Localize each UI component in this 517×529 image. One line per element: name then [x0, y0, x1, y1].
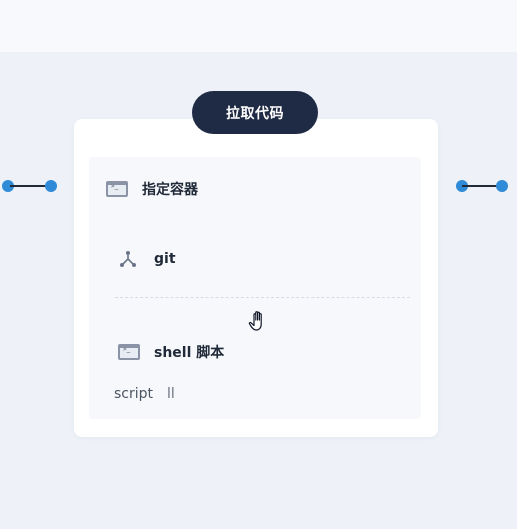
script-value: ll — [167, 386, 175, 402]
left-connector-dot-end — [45, 180, 57, 192]
step-git[interactable]: git — [118, 249, 176, 269]
step-specify-container[interactable]: 指定容器 — [106, 179, 198, 199]
git-icon — [120, 251, 136, 267]
script-preview: script ll — [114, 386, 175, 402]
hand-cursor-icon — [248, 311, 262, 331]
terminal-icon — [118, 344, 140, 360]
step-shell-script-label: shell 脚本 — [154, 345, 225, 361]
step-shell-script[interactable]: shell 脚本 — [118, 342, 224, 362]
stage-title-pill[interactable]: 拉取代码 — [192, 91, 318, 134]
step-git-label: git — [154, 251, 176, 267]
right-connector-dot-end — [496, 180, 508, 192]
top-bar — [0, 0, 517, 52]
step-specify-container-label: 指定容器 — [142, 182, 198, 198]
left-connector-line — [10, 185, 50, 187]
terminal-icon — [106, 181, 128, 197]
step-divider — [115, 297, 410, 298]
script-label: script — [114, 386, 154, 402]
